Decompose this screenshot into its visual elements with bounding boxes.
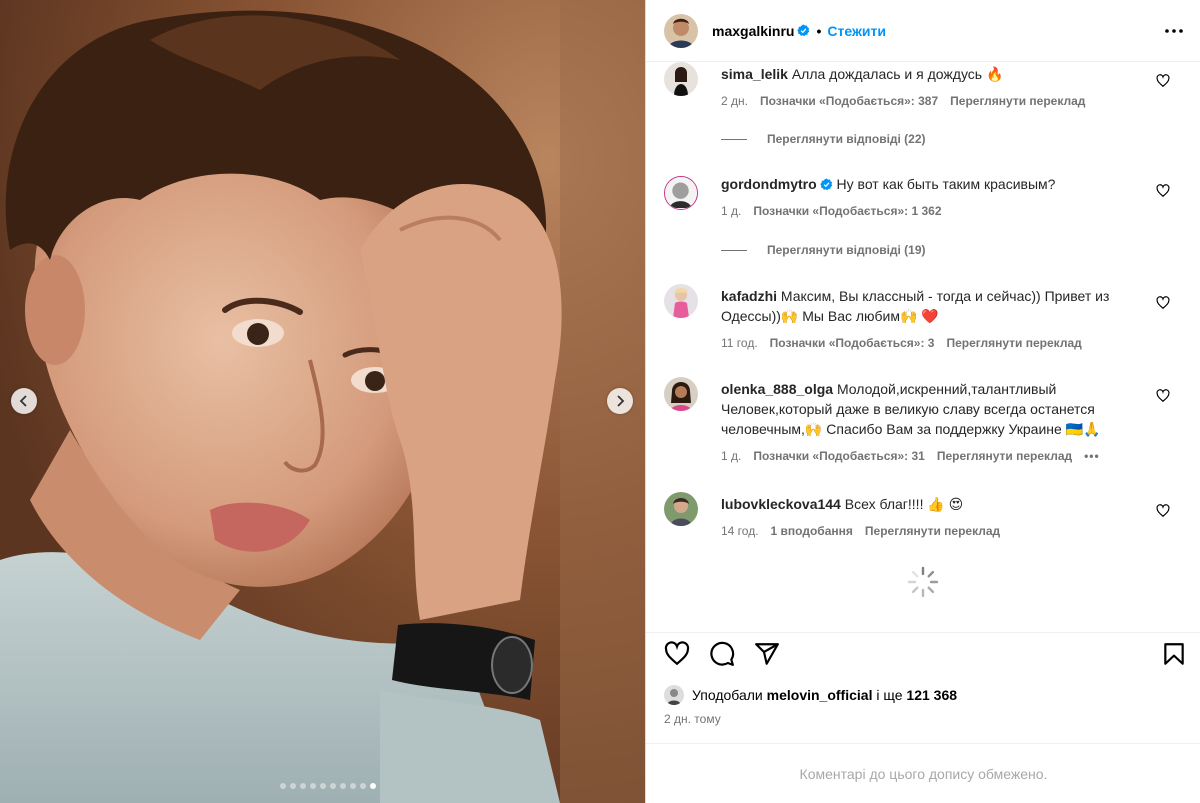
- comment-time[interactable]: 1 д.: [721, 201, 741, 221]
- view-replies-label: Переглянути відповіді (19): [767, 243, 926, 257]
- see-translation-button[interactable]: Переглянути переклад: [937, 446, 1072, 466]
- comment-meta: 11 год. Позначки «Подобається»: 3 Перегл…: [721, 333, 1151, 353]
- comment-likes[interactable]: 1 вподобання: [771, 521, 853, 541]
- liker-username[interactable]: melovin_official: [767, 687, 873, 703]
- verified-badge-icon: [819, 178, 832, 191]
- commenter-avatar[interactable]: [664, 284, 698, 318]
- carousel-indicator: [0, 783, 645, 789]
- post-timestamp[interactable]: 2 дн. тому: [664, 712, 721, 726]
- liker-avatar: [664, 685, 684, 705]
- see-translation-button[interactable]: Переглянути переклад: [946, 333, 1081, 353]
- comment-text: Алла дождалась и я дождусь 🔥: [791, 66, 1004, 82]
- likes-prefix: Уподобали: [692, 687, 763, 703]
- like-heart-icon[interactable]: [664, 641, 690, 667]
- verified-badge-icon: [797, 24, 810, 37]
- loading-spinner-icon: [907, 566, 939, 598]
- view-replies-button[interactable]: Переглянути відповіді (22): [721, 132, 926, 146]
- author-avatar[interactable]: [664, 13, 698, 48]
- comment-likes[interactable]: Позначки «Подобається»: 1 362: [753, 201, 941, 221]
- comment-time[interactable]: 1 д.: [721, 446, 741, 466]
- comment-text: Ну вот как быть таким красивым?: [836, 176, 1056, 192]
- carousel-dot: [309, 783, 316, 789]
- carousel-dot: [359, 783, 366, 789]
- carousel-dot: [369, 783, 376, 789]
- share-plane-icon[interactable]: [754, 641, 780, 667]
- comment-text: Максим, Вы классный - тогда и сейчас)) П…: [721, 288, 1110, 324]
- carousel-dot: [279, 783, 286, 789]
- commenter-avatar[interactable]: [664, 62, 698, 96]
- comment-meta: 1 д. Позначки «Подобається»: 1 362: [721, 201, 1151, 221]
- comment-bubble-icon[interactable]: [709, 641, 735, 667]
- post-modal: maxgalkinru • Стежити sima_lelik Алла до…: [0, 0, 1200, 803]
- likes-summary[interactable]: Уподобали melovin_official і ще 121 368: [664, 685, 957, 705]
- commenter-username[interactable]: kafadzhi: [721, 288, 777, 304]
- commenter-username[interactable]: sima_lelik: [721, 66, 788, 82]
- bookmark-icon[interactable]: [1161, 641, 1187, 667]
- comments-list: sima_lelik Алла дождалась и я дождусь 🔥 …: [646, 62, 1200, 632]
- carousel-dot: [349, 783, 356, 789]
- comment-heart-icon[interactable]: [1156, 389, 1170, 403]
- post-media: [0, 0, 645, 803]
- comment-time[interactable]: 14 год.: [721, 521, 759, 541]
- comment-time[interactable]: 2 дн.: [721, 91, 748, 111]
- comment-likes[interactable]: Позначки «Подобається»: 387: [760, 91, 938, 111]
- carousel-dot: [299, 783, 306, 789]
- comment-meta: 1 д. Позначки «Подобається»: 31 Переглян…: [721, 446, 1151, 466]
- carousel-prev-button[interactable]: [11, 388, 37, 414]
- author-username[interactable]: maxgalkinru: [712, 23, 794, 39]
- view-replies-label: Переглянути відповіді (22): [767, 132, 926, 146]
- comment-meta: 2 дн. Позначки «Подобається»: 387 Перегл…: [721, 91, 1151, 111]
- post-header: maxgalkinru • Стежити: [646, 0, 1200, 62]
- chevron-right-icon: [617, 395, 625, 407]
- carousel-dot: [289, 783, 296, 789]
- see-translation-button[interactable]: Переглянути переклад: [865, 521, 1000, 541]
- comment-heart-icon[interactable]: [1156, 74, 1170, 88]
- more-options-icon[interactable]: [1163, 22, 1185, 40]
- carousel-dot: [319, 783, 326, 789]
- commenter-avatar[interactable]: [664, 377, 698, 411]
- post-photo: [0, 0, 645, 803]
- likes-middle: і ще: [876, 687, 903, 703]
- follow-button[interactable]: Стежити: [827, 23, 886, 39]
- comment-time[interactable]: 11 год.: [721, 333, 758, 353]
- comment-heart-icon[interactable]: [1156, 296, 1170, 310]
- chevron-left-icon: [19, 395, 27, 407]
- comments-limited-notice: Коментарі до цього допису обмежено.: [646, 743, 1200, 803]
- commenter-username[interactable]: gordondmytro: [721, 176, 817, 192]
- likes-count[interactable]: 121 368: [906, 687, 957, 703]
- comment-likes[interactable]: Позначки «Подобається»: 31: [753, 446, 924, 466]
- carousel-dot: [329, 783, 336, 789]
- commenter-username[interactable]: olenka_888_olga: [721, 381, 833, 397]
- carousel-next-button[interactable]: [607, 388, 633, 414]
- post-sidebar: maxgalkinru • Стежити sima_lelik Алла до…: [645, 0, 1200, 803]
- commenter-avatar[interactable]: [664, 176, 698, 210]
- see-translation-button[interactable]: Переглянути переклад: [950, 91, 1085, 111]
- carousel-dot: [339, 783, 346, 789]
- header-separator: •: [816, 22, 822, 39]
- comment-heart-icon[interactable]: [1156, 504, 1170, 518]
- commenter-username[interactable]: lubovkleckova144: [721, 496, 841, 512]
- view-replies-button[interactable]: Переглянути відповіді (19): [721, 243, 926, 257]
- comment-more-icon[interactable]: •••: [1084, 446, 1104, 466]
- comment-heart-icon[interactable]: [1156, 184, 1170, 198]
- comment-text: Всех благ!!!! 👍 😍: [844, 496, 964, 512]
- commenter-avatar[interactable]: [664, 492, 698, 526]
- comment-likes[interactable]: Позначки «Подобається»: 3: [770, 333, 935, 353]
- post-actions: Уподобали melovin_official і ще 121 368 …: [646, 632, 1200, 803]
- comment-meta: 14 год. 1 вподобання Переглянути перекла…: [721, 521, 1151, 541]
